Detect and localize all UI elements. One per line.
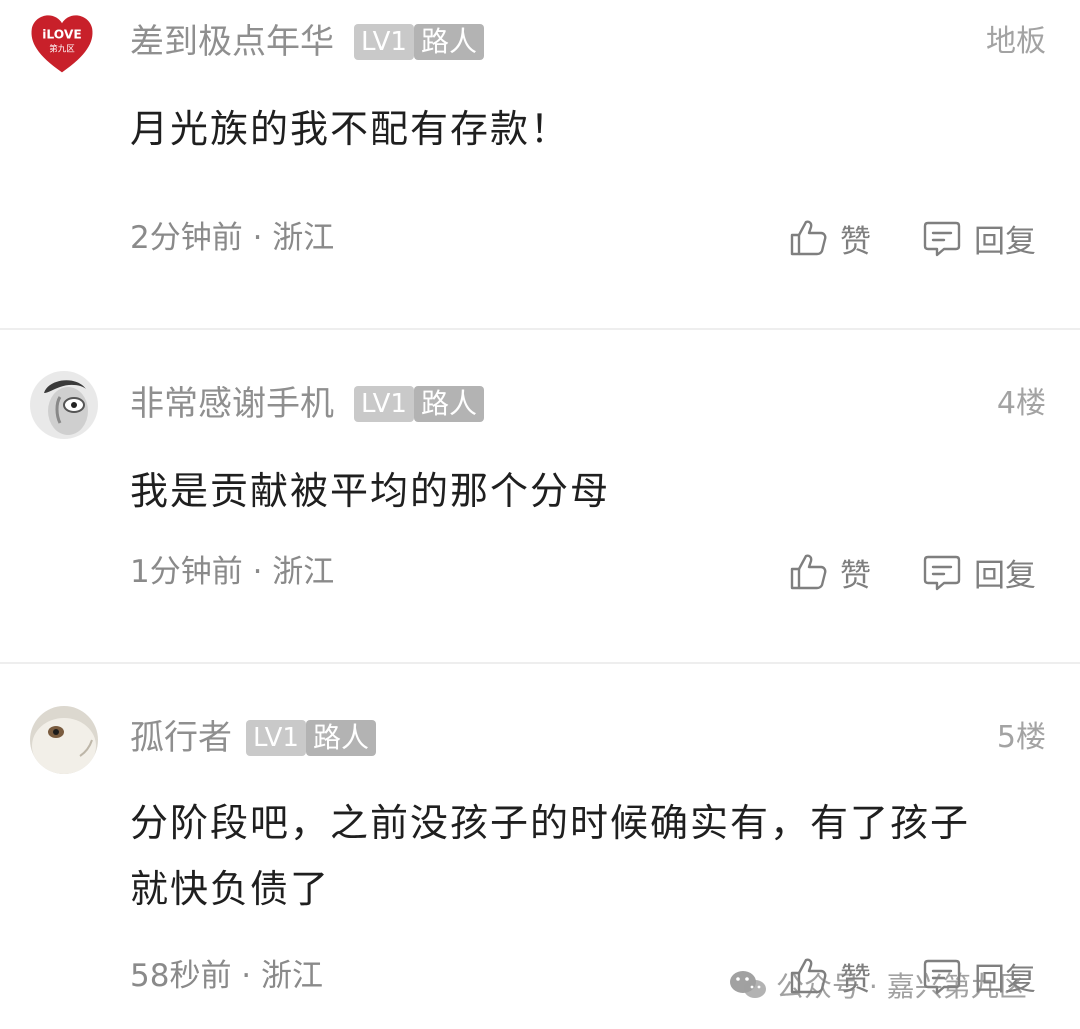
- comment-meta: 1分钟前 · 浙江: [130, 552, 334, 592]
- like-label: 赞: [840, 223, 871, 260]
- username[interactable]: 非常感谢手机: [130, 384, 334, 424]
- level-badge: LV1: [354, 386, 414, 422]
- floor-label: 4楼: [996, 386, 1046, 421]
- comment-text: 月光族的我不配有存款！: [130, 107, 571, 151]
- comment-time: 58秒前: [130, 958, 232, 994]
- user-photo-avatar-icon: [30, 371, 98, 439]
- thumbs-up-icon: [790, 554, 827, 590]
- avatar-logo-subtext: 第九区: [49, 44, 75, 55]
- avatar-logo-text: iLOVE: [42, 27, 82, 41]
- reply-button[interactable]: 回复: [922, 216, 1036, 260]
- reply-bubble-icon: [923, 221, 961, 257]
- comment-meta: 2分钟前 · 浙江: [130, 218, 334, 258]
- watermark: 公众号 · 嘉兴第九区: [728, 960, 1027, 1010]
- meta-separator: ·: [231, 958, 262, 994]
- heart-avatar-icon: iLOVE 第九区: [31, 15, 93, 73]
- role-badge: 路人: [414, 24, 485, 60]
- role-badge: 路人: [306, 720, 377, 756]
- level-badge: LV1: [354, 24, 414, 60]
- comment-divider: [0, 662, 1080, 664]
- comment-time: 2分钟前: [130, 220, 243, 256]
- username[interactable]: 差到极点年华: [130, 22, 334, 62]
- level-badge: LV1: [246, 720, 306, 756]
- floor-label: 5楼: [996, 720, 1046, 755]
- comment-location: 浙江: [261, 958, 324, 994]
- comment-location: 浙江: [272, 220, 335, 256]
- comment-text: 我是贡献被平均的那个分母: [130, 469, 611, 513]
- thumbs-up-icon: [790, 220, 827, 256]
- comment-meta: 58秒前 · 浙江: [130, 956, 323, 996]
- meta-separator: ·: [242, 220, 273, 256]
- meta-separator: ·: [242, 554, 273, 590]
- floor-label: 地板: [986, 24, 1046, 59]
- avatar[interactable]: [30, 706, 98, 774]
- wechat-icon: [730, 971, 766, 998]
- reply-bubble-icon: [923, 555, 961, 591]
- avatar[interactable]: iLOVE 第九区: [28, 10, 100, 82]
- avatar[interactable]: [30, 371, 98, 439]
- comment-location: 浙江: [272, 554, 335, 590]
- like-button[interactable]: 赞: [788, 550, 871, 594]
- reply-button[interactable]: 回复: [922, 550, 1036, 594]
- reply-label: 回复: [974, 557, 1036, 594]
- username[interactable]: 孤行者: [130, 718, 232, 758]
- reply-label: 回复: [974, 223, 1036, 260]
- watermark-text: 公众号 · 嘉兴第九区: [776, 970, 1027, 1003]
- comment-divider: [0, 328, 1080, 330]
- comment-text: 分阶段吧，之前没孩子的时候确实有，有了孩子就快负债了: [130, 801, 971, 911]
- like-label: 赞: [840, 557, 871, 594]
- role-badge: 路人: [414, 386, 485, 422]
- comment-time: 1分钟前: [130, 554, 243, 590]
- cat-photo-avatar-icon: [30, 706, 98, 774]
- like-button[interactable]: 赞: [788, 216, 871, 260]
